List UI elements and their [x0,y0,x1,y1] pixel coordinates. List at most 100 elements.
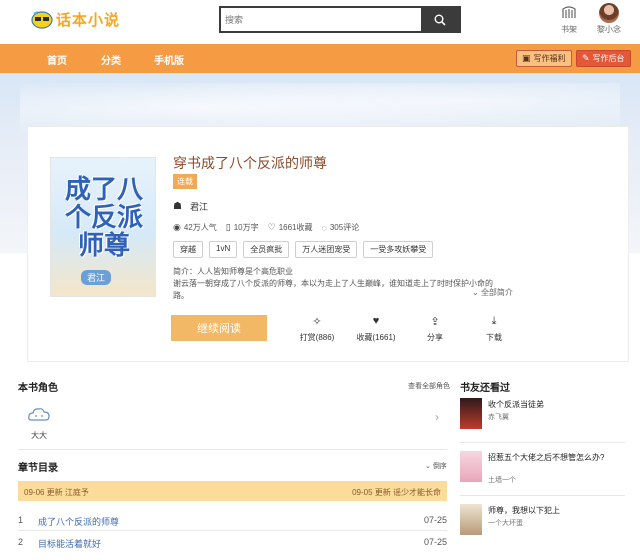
comment-icon: ◌ [321,222,327,233]
words-value: 10万字 [233,223,259,232]
avatar [599,3,619,23]
character-item[interactable]: 大大 [24,405,54,441]
sort-label: 倒序 [432,463,447,470]
chapters-section-title: 章节目录 [18,463,58,474]
download-label: 下载 [486,333,502,342]
heart-outline-icon: ♡ [267,222,276,232]
download-button[interactable]: ⤓ 下载 [469,315,519,343]
comments-value: 305评论 [329,223,360,232]
edit-icon: ✎ [582,53,590,63]
logo-mascot-icon [31,11,53,29]
document-icon: ▯ [225,222,231,232]
also-read-author: 土墙一个 [488,477,516,484]
section-divider [18,449,447,450]
stat-comments: ◌ 305评论 [322,222,360,233]
continue-reading-button[interactable]: 继续阅读 [171,315,267,341]
stat-popularity: ◉ 42万人气 [173,222,217,233]
site-logo[interactable]: 话本小说 [30,8,120,30]
book-cover[interactable]: 成了八个反派师尊 君江 [50,157,156,297]
author-name: 君江 [189,202,208,212]
heart-icon: ♥ [372,315,380,327]
also-read-title[interactable]: 收个反派当徒弟 [488,400,618,410]
also-read-author: 赤飞翼 [488,414,509,421]
book-thumbnail [460,451,482,482]
sort-toggle[interactable]: ⌄ 倒序 [425,461,447,471]
writing-welfare-label: 写作福利 [533,54,566,63]
characters-section-title: 本书角色 [18,383,58,394]
search-icon [434,14,446,26]
status-badge: 连载 [173,174,197,189]
intro-line-2: 谢云落一朝穿成了八个反派的师尊，本以为走上了人生巅峰，谁知道走上了时时保护小命的… [173,279,493,300]
character-name: 大大 [31,431,47,440]
also-read-item[interactable]: 招惹五个大佬之后不想管怎么办? 土墙一个 [460,451,625,491]
eye-icon: ◉ [173,222,181,232]
tag-list: 穿越 1vN 全员疯批 万人迷团宠受 一受多攻妖攀受 [173,241,439,258]
book-info-card: 成了八个反派师尊 君江 穿书成了八个反派的师尊 连载 ☗ 君江 ◉ 42万人气 ▯… [27,126,629,362]
chevron-right-icon[interactable]: › [435,410,439,424]
bookshelf-icon [562,6,576,18]
bookshelf-link[interactable]: 书架 [556,4,582,35]
author-row[interactable]: ☗ 君江 [173,200,208,213]
logo-text: 话本小说 [56,10,121,29]
tag-item[interactable]: 一受多攻妖攀受 [363,241,434,258]
user-name: 黎小念 [597,25,621,34]
stat-words: ▯ 10万字 [226,222,259,233]
tag-item[interactable]: 1vN [209,241,238,258]
also-read-author: 一个大坏蛋 [488,520,523,527]
also-read-title[interactable]: 师尊，我想以下犯上 [488,506,618,516]
sort-icon: ⌄ [425,463,433,470]
view-all-characters-link[interactable]: 查看全部角色 [408,381,450,391]
nav-item-mobile[interactable]: 手机版 [154,52,184,67]
latest-update-left[interactable]: 09-06 更新 江庭予 [24,487,89,498]
tag-item[interactable]: 全员疯批 [243,241,290,258]
list-divider [460,495,625,496]
favorite-button[interactable]: ♥ 收藏(1661) [351,315,401,343]
also-read-item[interactable]: 收个反派当徒弟 赤飞翼 [460,398,625,438]
also-read-title[interactable]: 招惹五个大佬之后不想管怎么办? [488,453,618,463]
chapter-title[interactable]: 目标能活着就好 [38,537,101,550]
book-intro: 简介：人人皆知师尊是个高危职业 谢云落一朝穿成了八个反派的师尊，本以为走上了人生… [173,266,503,302]
reward-label: 打赏(886) [299,333,335,342]
share-button[interactable]: ⇪ 分享 [410,315,460,343]
search-input[interactable] [221,8,421,31]
search-button[interactable] [421,8,459,31]
writing-welfare-button[interactable]: ▣ 写作福利 [516,50,572,67]
latest-update-bar: 09-06 更新 江庭予 09-05 更新 谣少才能长命 [18,481,447,501]
chapter-number: 1 [18,515,24,525]
nav-item-home[interactable]: 首页 [47,52,67,67]
magic-wand-icon: ✧ [312,316,322,328]
reward-button[interactable]: ✧ 打赏(886) [292,315,342,343]
main-nav: 首页 分类 手机版 ▣ 写作福利 ✎ 写作后台 [0,44,640,73]
user-menu[interactable]: 黎小念 [596,3,622,35]
tag-item[interactable]: 穿越 [173,241,203,258]
book-title: 穿书成了八个反派的师尊 [173,155,327,171]
gift-icon: ▣ [522,53,531,63]
book-thumbnail [460,504,482,535]
writing-backend-label: 写作后台 [592,54,625,63]
list-divider [460,442,625,443]
download-icon: ⤓ [491,315,497,327]
more-intro-label: 全部简介 [480,288,513,297]
popularity-value: 42万人气 [183,223,217,232]
cover-author: 君江 [81,270,112,285]
top-header: 话本小说 书架 黎小念 [0,0,640,44]
book-thumbnail [460,398,482,429]
author-hat-icon: ☗ [173,201,182,212]
intro-line-1: 简介：人人皆知师尊是个高危职业 [173,267,293,276]
chapter-title[interactable]: 成了八个反派的师尊 [38,515,119,528]
nav-item-category[interactable]: 分类 [101,52,121,67]
stat-favorites: ♡ 1661收藏 [268,222,313,233]
share-icon: ⇪ [430,316,440,328]
book-stats: ◉ 42万人气 ▯ 10万字 ♡ 1661收藏 ◌ 305评论 [173,222,368,233]
tag-item[interactable]: 万人迷团宠受 [295,241,358,258]
also-read-item[interactable]: 师尊，我想以下犯上 一个大坏蛋 [460,504,625,544]
chapter-date: 07-25 [423,537,447,547]
writing-backend-button[interactable]: ✎ 写作后台 [576,50,631,67]
favorite-label: 收藏(1661) [356,333,396,342]
cover-title: 成了八个反派师尊 [64,175,143,261]
character-avatar-icon [28,408,50,421]
chevron-down-icon: ⌄ [472,288,481,297]
also-read-section-title: 书友还看过 [460,383,510,394]
latest-update-right[interactable]: 09-05 更新 谣少才能长命 [352,487,441,498]
more-intro-link[interactable]: ⌄ 全部简介 [472,287,513,298]
